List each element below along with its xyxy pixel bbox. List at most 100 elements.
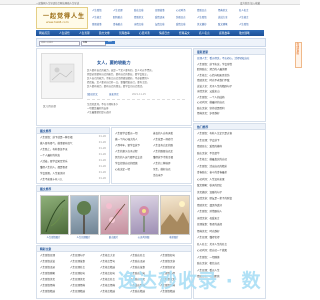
list-item[interactable]: 人生感悟：放下执念，学会珍惜: [197, 62, 263, 66]
list-item[interactable]: 经典美文：时光静好: [197, 229, 263, 233]
floating-service-tab[interactable]: 在线客服: [295, 42, 302, 68]
list-item[interactable]: 友情文章：朋友是一辈子的财富: [197, 196, 263, 200]
article-extra-line[interactable]: 人生最重要的是心态好: [87, 111, 185, 114]
search-type-select[interactable]: 标题: [81, 40, 106, 46]
link-item[interactable]: 人生哲理句子: [70, 253, 99, 257]
list-item[interactable]: 懂得放下才能幸福: [153, 155, 189, 159]
list-item[interactable]: 心灵鸡汤：给自己一个微笑: [197, 248, 263, 252]
link-item[interactable]: 人生哲理精选: [70, 289, 99, 293]
top-link[interactable]: 友情文章: [155, 22, 165, 26]
top-link[interactable]: 经典美文: [218, 8, 228, 12]
photo-caption[interactable]: 人生感悟图片: [40, 235, 67, 239]
top-link[interactable]: 散文随笔: [218, 22, 228, 26]
top-link[interactable]: 说说大全: [218, 15, 228, 19]
nav-item[interactable]: 网站首页: [39, 31, 50, 35]
photo-thumbnail[interactable]: [160, 195, 190, 235]
list-item[interactable]: 一个人最好的状态 01-26: [40, 153, 106, 157]
list-item[interactable]: 人生的意义在于过程: [115, 149, 152, 153]
list-item[interactable]: 人生路上，有些事急不来 01-26: [40, 147, 106, 151]
nav-item[interactable]: 散文随笔: [239, 31, 250, 35]
link-item[interactable]: 人生哲理美文: [70, 277, 99, 281]
list-item[interactable]: 人生的路要自己走: [153, 149, 189, 153]
link-item[interactable]: 人生格言大全: [100, 253, 129, 257]
link-item[interactable]: 人生感悟经典: [40, 283, 69, 287]
list-item[interactable]: 余生，做好自己: [153, 167, 189, 171]
article-extra-line[interactable]: 生活的真谛，不在于拥有多少: [87, 103, 185, 106]
list-item[interactable]: 人生感悟：有些人注定只是过客: [197, 131, 263, 135]
top-link[interactable]: 美文摘抄: [197, 22, 207, 26]
link-item[interactable]: 人生感悟说说: [40, 259, 69, 263]
list-item[interactable]: 心灵鸡汤：做最好的自己: [197, 100, 263, 104]
list-item[interactable]: 人生没有白走的路: [153, 143, 189, 147]
list-item[interactable]: 人生感悟：一个人的成熟: [197, 95, 263, 99]
list-item[interactable]: 人生格言：做最真实的自己: [197, 157, 263, 161]
top-link[interactable]: 爱情文章: [176, 22, 186, 26]
top-link[interactable]: 人生感悟: [197, 15, 207, 19]
list-item[interactable]: 人生感悟：放下就是一种幸福 01-26: [40, 135, 106, 139]
top-link[interactable]: 人生感悟: [239, 22, 249, 26]
list-item[interactable]: 人生格言：心若向阳无畏悲伤: [197, 73, 263, 77]
top-link[interactable]: 情感美文: [134, 15, 144, 19]
nav-item[interactable]: 情感日志: [159, 31, 170, 35]
link-item[interactable]: 人生感悟短句: [160, 253, 189, 257]
link-item[interactable]: 人生哲理故事: [70, 259, 99, 263]
nav-item[interactable]: 励志文章: [99, 31, 110, 35]
photo-caption[interactable]: 心灵鸡汤图: [130, 235, 157, 239]
top-link[interactable]: 哲理故事: [155, 8, 165, 12]
article-thumbnail[interactable]: [41, 53, 83, 99]
list-item[interactable]: 人生就是一场修行: [153, 137, 189, 141]
top-link[interactable]: 人生格言: [92, 15, 102, 19]
link-item[interactable]: 人生感悟精选: [40, 289, 69, 293]
list-item[interactable]: 情感美文：遇见你真好: [197, 203, 263, 207]
top-strip-links[interactable]: 设为首页 加入收藏: [240, 1, 260, 5]
list-item[interactable]: 情感美文：时光不老我们不散: [197, 78, 263, 82]
list-item[interactable]: 善良的人自有天佑: [153, 131, 189, 135]
photo-thumbnail[interactable]: [40, 195, 69, 235]
list-item[interactable]: 散文随笔：秋天的回忆: [197, 183, 263, 187]
list-item[interactable]: 青春励志：奋斗的青春最美: [197, 170, 263, 174]
list-item[interactable]: 人生不如意十有八九 01-26: [40, 177, 106, 181]
list-item[interactable]: 情感日志：爱情的模样: [197, 144, 263, 148]
list-item[interactable]: 人活着，要学会知足常乐 01-26: [40, 159, 106, 163]
list-item[interactable]: 人生哲理：学会放下: [197, 138, 263, 142]
top-link[interactable]: 亲情文章: [134, 22, 144, 26]
nav-item[interactable]: 哲理故事: [119, 31, 130, 35]
photo-caption[interactable]: 励志图片: [100, 235, 127, 239]
photo-thumbnail[interactable]: [70, 195, 99, 235]
link-item[interactable]: 人生感悟随笔: [40, 271, 69, 275]
read-more-link[interactable]: [阅读全文]: [87, 93, 98, 96]
photo-caption[interactable]: 人生哲理图片: [70, 235, 97, 239]
link-item[interactable]: 人生感悟哲理: [40, 253, 69, 257]
list-item[interactable]: 学会控制自己的情绪: [115, 161, 152, 165]
list-item[interactable]: 懂得人生的人，都是智者 01-26: [40, 165, 106, 169]
list-item[interactable]: 活在当下: [153, 173, 189, 177]
list-item[interactable]: 励志文章：相信自己: [197, 261, 263, 265]
list-item[interactable]: 美文摘抄：温暖的句子: [197, 190, 263, 194]
link-item[interactable]: 人生哲理短句: [70, 271, 99, 275]
comment-link[interactable]: 发表评论: [109, 93, 119, 96]
photo-caption[interactable]: 唯美图片: [160, 235, 188, 239]
article-title[interactable]: 女人，要的较能力: [97, 60, 131, 65]
top-link[interactable]: 感恩故事: [92, 22, 102, 26]
list-item[interactable]: 心灵鸡汤：人生没有如果: [197, 177, 263, 181]
list-item[interactable]: 努力的人运气都不会太差: [115, 155, 152, 159]
list-item[interactable]: 哲理故事：智者的选择: [197, 222, 263, 226]
photo-thumbnail[interactable]: [100, 195, 129, 235]
list-item[interactable]: 名人名言：关于人生的名言: [197, 242, 263, 246]
list-item[interactable]: 人生要学会看淡一切: [115, 131, 152, 135]
top-link[interactable]: 伤感日志: [176, 15, 186, 19]
link-item[interactable]: 人生哲理名言: [70, 265, 99, 269]
article-extra-line[interactable]: 一切都是最好的安排: [87, 107, 185, 110]
nav-item[interactable]: 感恩故事: [219, 31, 230, 35]
list-item[interactable]: 做人要有骨气，做事要有底气 01-26: [40, 141, 106, 145]
list-item[interactable]: 人生感悟：一切随缘: [197, 255, 263, 259]
list-item[interactable]: 亲情文章：母爱无言: [197, 216, 263, 220]
nav-item[interactable]: 心灵鸡汤: [139, 31, 150, 35]
list-item[interactable]: 励志文章：不负韶华: [197, 151, 263, 155]
link-item[interactable]: 人生哲理经典: [70, 283, 99, 287]
link-item[interactable]: 人生格言警句: [100, 259, 129, 263]
list-item[interactable]: 职场励志：努力的人最美丽: [197, 67, 263, 71]
link-item[interactable]: 人生感悟美文: [40, 277, 69, 281]
nav-item[interactable]: 人生感悟: [59, 31, 70, 35]
list-item[interactable]: 人生的三种境界: [153, 161, 189, 165]
